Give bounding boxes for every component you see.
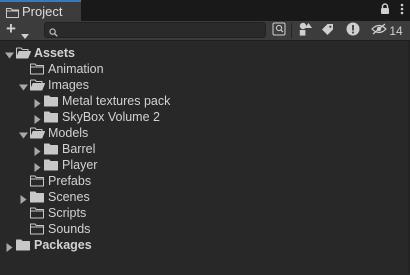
tab-project[interactable]: Project: [0, 0, 81, 21]
tree-item-label: Animation: [48, 62, 104, 76]
tab-controls: [380, 3, 404, 18]
folder-open-icon: [30, 127, 45, 142]
tree-item-label: Images: [48, 78, 89, 92]
more-options-icon[interactable]: [400, 3, 404, 18]
tree-item-label: Assets: [34, 46, 75, 60]
collapsed-arrow-icon[interactable]: [33, 145, 42, 156]
tree-item-packages[interactable]: Packages: [0, 237, 410, 253]
tree-item-label: Scripts: [48, 206, 87, 220]
tab-bar: Project: [0, 0, 410, 21]
collapsed-arrow-icon[interactable]: [33, 161, 42, 172]
collapsed-arrow-icon[interactable]: [19, 193, 28, 204]
folder-open-icon: [16, 47, 31, 62]
tree-item-sounds[interactable]: Sounds: [0, 221, 410, 237]
shapes-filter-icon: [298, 22, 313, 39]
search-icon: [49, 26, 58, 40]
folder-icon: [44, 159, 59, 174]
project-window: Project + 14 Assets Animation Images Met…: [0, 0, 410, 275]
tree-item-animation[interactable]: Animation: [0, 61, 410, 77]
folder-icon: [44, 95, 59, 110]
hidden-count: 14: [389, 23, 403, 38]
folder-icon: [44, 111, 59, 126]
chevron-down-icon: [21, 28, 29, 42]
search-by-type-button[interactable]: [270, 22, 288, 39]
expanded-arrow-icon[interactable]: [5, 49, 14, 59]
plus-icon: +: [6, 19, 16, 38]
tree-item-label: Scenes: [48, 190, 90, 204]
folder-open-icon: [30, 79, 45, 94]
tree-item-label: Packages: [34, 238, 92, 252]
empty-folder-icon: [30, 175, 45, 190]
tree-item-label: Player: [62, 158, 98, 172]
collapsed-arrow-icon[interactable]: [33, 113, 42, 124]
tree-item-skybox-volume-2[interactable]: SkyBox Volume 2: [0, 109, 410, 125]
collapsed-arrow-icon[interactable]: [33, 97, 42, 108]
tree-item-scenes[interactable]: Scenes: [0, 189, 410, 205]
tree-item-assets[interactable]: Assets: [0, 45, 410, 61]
tree-item-label: Models: [48, 126, 89, 140]
expanded-arrow-icon[interactable]: [19, 81, 28, 91]
filter-by-type-button[interactable]: [296, 22, 314, 39]
add-asset-button[interactable]: +: [4, 19, 34, 42]
tree-item-prefabs[interactable]: Prefabs: [0, 173, 410, 189]
filter-by-label-button[interactable]: [318, 22, 336, 39]
toolbar: + 14: [0, 19, 410, 42]
eye-slash-icon: [371, 23, 388, 38]
search-input[interactable]: [63, 23, 261, 37]
tree-item-player[interactable]: Player: [0, 157, 410, 173]
hidden-packages-toggle[interactable]: 14: [369, 22, 405, 39]
warning-icon: [346, 22, 360, 39]
folder-icon: [44, 143, 59, 158]
tree-item-models[interactable]: Models: [0, 125, 410, 141]
lock-icon[interactable]: [380, 3, 390, 18]
collapsed-arrow-icon[interactable]: [5, 241, 14, 252]
tree-item-label: Sounds: [48, 222, 91, 236]
tree-item-label: SkyBox Volume 2: [62, 110, 160, 124]
toolbar-separator: [291, 23, 292, 38]
search-by-type-icon: [272, 22, 286, 39]
tree-item-label: Metal textures pack: [62, 94, 171, 108]
tree-item-images[interactable]: Images: [0, 77, 410, 93]
search-field[interactable]: [44, 22, 266, 38]
tree-item-label: Barrel: [62, 142, 96, 156]
empty-folder-icon: [30, 207, 45, 222]
label-tag-icon: [321, 23, 334, 39]
folder-icon: [30, 191, 45, 206]
tree-item-barrel[interactable]: Barrel: [0, 141, 410, 157]
empty-folder-icon: [30, 223, 45, 238]
tree-item-label: Prefabs: [48, 174, 92, 188]
empty-folder-icon: [30, 63, 45, 78]
show-errors-button[interactable]: [344, 22, 362, 39]
tab-title: Project: [22, 4, 63, 19]
tree-item-metal-textures-pack[interactable]: Metal textures pack: [0, 93, 410, 109]
expanded-arrow-icon[interactable]: [19, 129, 28, 139]
tree-item-scripts[interactable]: Scripts: [0, 205, 410, 221]
folder-icon: [16, 239, 31, 254]
